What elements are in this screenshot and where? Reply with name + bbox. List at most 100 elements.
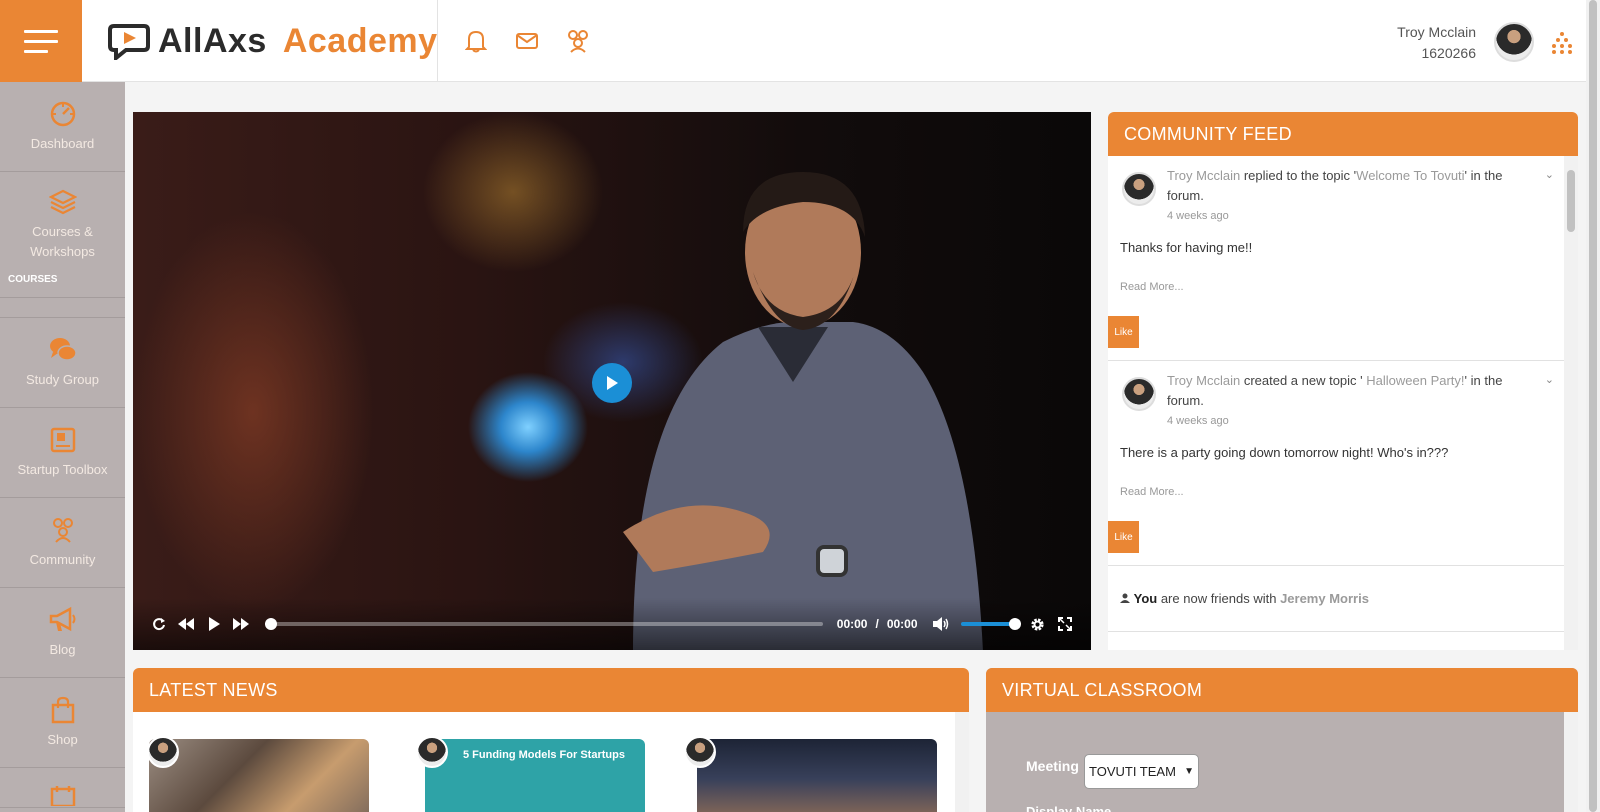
volume-icon	[933, 617, 949, 631]
feed-user-link[interactable]: Troy Mcclain	[1167, 373, 1240, 388]
restart-button[interactable]	[145, 610, 173, 638]
feed-item: Troy Mcclain replied to the topic 'Welco…	[1108, 156, 1564, 361]
sidebar-item-study-group[interactable]: Study Group	[0, 318, 125, 408]
dashboard-icon	[50, 101, 75, 126]
read-more-link[interactable]: Read More...	[1120, 486, 1184, 498]
speaker-video-image	[623, 172, 983, 650]
feed-item-header: Troy Mcclain created a new topic ' Hallo…	[1167, 371, 1538, 431]
logo-text-allaxs: AllAxs	[158, 21, 267, 60]
sidebar-item-label: Community	[29, 551, 96, 567]
like-button[interactable]: Like	[1108, 316, 1139, 348]
latest-news-title: LATEST NEWS	[133, 668, 969, 712]
feed-item-friendship: You are now friends with Jeremy Morris	[1108, 566, 1564, 632]
video-controls: 00:00 / 00:00	[133, 598, 1091, 650]
news-author-avatar[interactable]	[416, 736, 448, 768]
toolbox-icon	[50, 427, 75, 452]
header-divider	[437, 0, 438, 82]
sidebar-item-label: Startup Toolbox	[17, 461, 108, 477]
news-author-avatar[interactable]	[147, 736, 179, 768]
feed-user-link[interactable]: Troy Mcclain	[1167, 168, 1240, 183]
friends-you: You	[1133, 591, 1158, 606]
layers-icon	[48, 189, 77, 214]
fullscreen-button[interactable]	[1052, 610, 1080, 638]
menu-line	[24, 49, 48, 53]
rewind-icon	[178, 618, 195, 630]
chevron-down-icon[interactable]: ⌄	[1545, 168, 1554, 181]
calendar-icon	[50, 786, 75, 806]
feed-item: Troy Mcclain created a new topic ' Hallo…	[1108, 361, 1564, 566]
news-card[interactable]	[697, 739, 937, 812]
logo-text-academy: Academy	[282, 21, 438, 60]
user-info[interactable]: Troy Mcclain 1620266	[1397, 22, 1476, 64]
sidebar-item-blog[interactable]: Blog	[0, 588, 125, 678]
gear-icon	[1031, 617, 1044, 631]
time-separator: /	[875, 617, 879, 631]
fast-forward-button[interactable]	[228, 610, 256, 638]
sidebar-item-label: Shop	[47, 731, 78, 747]
feed-text: There is a party going down tomorrow nig…	[1120, 445, 1449, 460]
feed-avatar[interactable]	[1122, 172, 1156, 206]
bell-icon[interactable]	[463, 28, 489, 54]
virtual-classroom-title: VIRTUAL CLASSROOM	[986, 668, 1578, 712]
settings-button[interactable]	[1024, 610, 1052, 638]
sidebar-sub-label[interactable]: COURSES	[8, 274, 57, 285]
sidebar-item-shop[interactable]: Shop	[0, 678, 125, 768]
news-card[interactable]: 5 Funding Models For Startups	[425, 739, 645, 812]
seek-bar[interactable]	[265, 618, 823, 630]
feed-action-text: replied to the topic '	[1240, 168, 1357, 183]
community-feed-panel: COMMUNITY FEED Troy Mcclain replied to t…	[1108, 112, 1578, 650]
video-player[interactable]: 00:00 / 00:00	[133, 112, 1091, 650]
play-overlay-button[interactable]	[592, 363, 632, 403]
duration: 00:00	[886, 617, 918, 631]
user-icon	[1120, 593, 1130, 603]
feed-topic-link[interactable]: Welcome To Tovuti	[1356, 168, 1464, 183]
meeting-select-value: TOVUTI TEAM	[1089, 764, 1176, 779]
display-name-label: Display Name	[1026, 804, 1112, 812]
like-button[interactable]: Like	[1108, 521, 1139, 553]
volume-slider[interactable]	[961, 618, 1022, 630]
seek-handle[interactable]	[265, 618, 277, 630]
volume-handle[interactable]	[1009, 618, 1022, 630]
apps-grid-icon[interactable]	[1550, 30, 1574, 54]
sidebar-item-dashboard[interactable]: Dashboard	[0, 82, 125, 172]
feed-time: 4 weeks ago	[1167, 415, 1229, 427]
mail-icon[interactable]	[514, 28, 540, 54]
sidebar-item-label: Study Group	[26, 371, 99, 387]
community-feed-title: COMMUNITY FEED	[1108, 112, 1578, 156]
feed-action-text: created a new topic '	[1240, 373, 1367, 388]
feed-avatar[interactable]	[1122, 377, 1156, 411]
play-button[interactable]	[200, 610, 228, 638]
people-icon[interactable]	[565, 28, 591, 54]
current-time: 00:00	[836, 617, 868, 631]
page-scroll-thumb[interactable]	[1589, 0, 1597, 812]
feed-topic-link[interactable]: Halloween Party!	[1366, 373, 1464, 388]
news-card[interactable]	[149, 739, 369, 812]
sidebar-item-courses[interactable]: Courses & Workshops COURSES	[0, 172, 125, 298]
meeting-select[interactable]: TOVUTI TEAM ▼	[1084, 754, 1199, 789]
brand-logo[interactable]: AllAxs Academy	[108, 20, 438, 62]
sidebar-item-community[interactable]: Community	[0, 498, 125, 588]
user-avatar[interactable]	[1494, 22, 1534, 62]
sidebar-item-startup-toolbox[interactable]: Startup Toolbox	[0, 408, 125, 498]
news-scrollbar[interactable]	[955, 712, 969, 812]
menu-line	[24, 39, 58, 43]
play-icon	[208, 617, 220, 631]
vc-scrollbar[interactable]	[1564, 712, 1578, 812]
mute-button[interactable]	[928, 610, 956, 638]
read-more-link[interactable]: Read More...	[1120, 281, 1184, 293]
sidebar-nav: Dashboard Courses & Workshops COURSES St…	[0, 82, 125, 812]
friend-name-link[interactable]: Jeremy Morris	[1280, 591, 1369, 606]
hamburger-menu-button[interactable]	[0, 0, 82, 82]
feed-time: 4 weeks ago	[1167, 210, 1229, 222]
sidebar-item-calendar[interactable]	[0, 768, 125, 808]
news-author-avatar[interactable]	[684, 736, 716, 768]
page-scrollbar[interactable]	[1586, 0, 1600, 812]
feed-scroll-thumb[interactable]	[1567, 170, 1575, 232]
bag-icon	[51, 696, 74, 723]
rewind-button[interactable]	[173, 610, 201, 638]
chevron-down-icon[interactable]: ⌄	[1545, 373, 1554, 386]
sidebar-item-label: Blog	[49, 641, 76, 657]
people-icon	[52, 517, 73, 543]
feed-scrollbar[interactable]	[1564, 156, 1578, 650]
sidebar-item-label: Courses & Workshops	[30, 223, 95, 259]
